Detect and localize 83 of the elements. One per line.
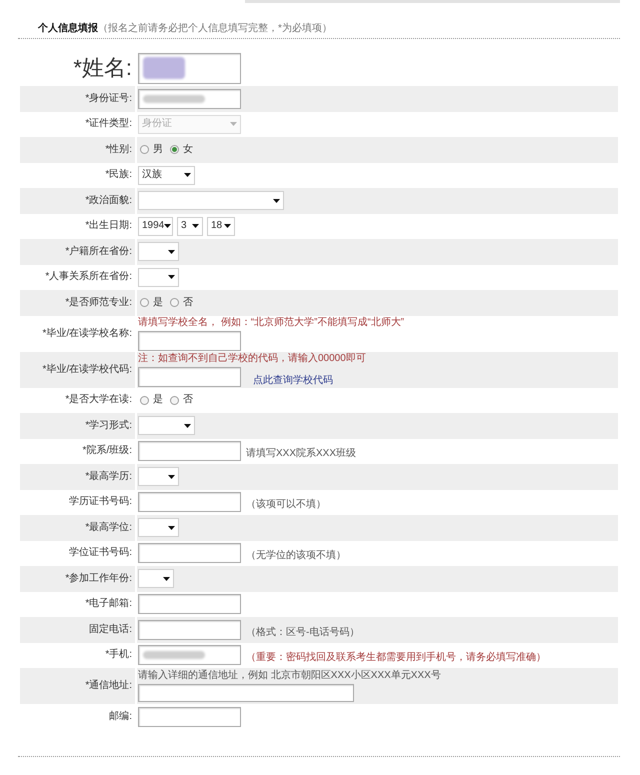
radio-button[interactable]: [170, 145, 179, 154]
text-input[interactable]: [138, 620, 241, 640]
field-label: 学历证书号码:: [69, 496, 132, 508]
section-title: 个人信息填报: [38, 22, 98, 35]
field-label: *院系/班级:: [82, 445, 132, 458]
radio-label: 男: [153, 144, 163, 156]
field-label: *学习形式:: [85, 420, 132, 432]
text-input[interactable]: [138, 706, 241, 727]
text-input[interactable]: [138, 52, 241, 84]
radio-button[interactable]: [140, 396, 149, 405]
field-label: 邮编:: [109, 710, 132, 723]
text-input[interactable]: [138, 492, 241, 512]
radio-label: 女: [183, 144, 193, 156]
hint-text: （无学位的该项不填）: [246, 550, 346, 562]
field-label: 固定电话:: [89, 624, 132, 636]
dropdown[interactable]: [138, 569, 174, 588]
dropdown[interactable]: [138, 191, 284, 210]
dropdown[interactable]: [138, 242, 179, 262]
field-label: *证件类型:: [85, 118, 132, 130]
field-label: *最高学位:: [85, 522, 132, 534]
radio-button[interactable]: [170, 396, 179, 405]
field-label: *是否大学在读:: [65, 394, 132, 406]
dropdown[interactable]: 3: [177, 216, 203, 236]
radio-label: 否: [183, 394, 193, 406]
text-input[interactable]: [138, 366, 241, 386]
caret-icon: [184, 173, 191, 178]
school-code-link[interactable]: 点此查询学校代码: [253, 374, 333, 386]
hint-text: 请填写学校全名， 例如：“北京师范大学”不能填写成“北师大”: [138, 316, 406, 328]
caret-icon: [168, 474, 175, 479]
field-label: *毕业/在读学校名称:: [42, 328, 132, 340]
dropdown[interactable]: [138, 416, 195, 436]
dropdown[interactable]: [138, 268, 179, 287]
field-label: 学位证书号码:: [69, 547, 132, 560]
caret-icon: [184, 424, 191, 428]
field-label: *出生日期:: [85, 220, 132, 232]
text-input[interactable]: [138, 330, 241, 350]
hint-text: （该项可以不填）: [246, 499, 326, 512]
caret-icon: [168, 275, 175, 280]
field-label: *民族:: [105, 169, 132, 182]
caret-icon: [168, 526, 175, 530]
field-label: *手机:: [105, 649, 132, 662]
text-input[interactable]: [138, 441, 241, 462]
section-note: （报名之前请务必把个人信息填写完整，*为必填项）: [98, 22, 332, 35]
caret-icon: [164, 224, 172, 228]
caret-icon: [224, 224, 231, 228]
radio-label: 是: [153, 394, 163, 406]
text-input[interactable]: [138, 543, 241, 564]
hint-text: 请输入详细的通信地址，例如 北京市朝阳区XXX小区XXX单元XXX号: [138, 670, 442, 682]
caret-icon: [192, 224, 199, 228]
radio-button[interactable]: [140, 145, 149, 154]
field-label: *毕业/在读学校代码:: [42, 364, 132, 376]
field-label: *是否师范专业:: [65, 296, 132, 309]
hint-text: （重要：密码找回及联系考生都需要用到手机号，请务必填写准确）: [246, 652, 546, 664]
field-label: *电子邮箱:: [85, 598, 132, 610]
field-label: *通信地址:: [85, 680, 132, 692]
text-input[interactable]: [138, 88, 241, 109]
radio-label: 是: [153, 296, 163, 309]
hint-text: 请填写XXX院系XXX班级: [246, 448, 356, 460]
field-label: *参加工作年份:: [65, 572, 132, 585]
field-label: *政治面貌:: [85, 194, 132, 207]
caret-icon: [273, 198, 280, 203]
hint-text: （格式：区号-电话号码）: [246, 626, 360, 639]
field-label: *身份证号:: [85, 92, 132, 105]
hint-text: 注：如查询不到自己学校的代码，请输入00000即可: [138, 352, 367, 364]
radio-button[interactable]: [140, 298, 149, 308]
field-label: *户籍所在省份:: [65, 246, 132, 258]
dropdown[interactable]: 18: [207, 216, 235, 236]
field-label: *性别:: [105, 144, 132, 156]
dropdown[interactable]: [138, 467, 179, 486]
field-label: *姓名:: [73, 55, 132, 81]
radio-label: 否: [183, 296, 193, 309]
radio-button[interactable]: [170, 298, 179, 308]
text-input[interactable]: [138, 645, 241, 666]
dropdown[interactable]: 1994: [138, 216, 173, 236]
caret-icon: [168, 250, 175, 254]
text-input[interactable]: [138, 594, 241, 614]
caret-icon: [230, 122, 237, 126]
caret-icon: [163, 576, 170, 581]
field-label: *人事关系所在省份:: [45, 271, 132, 284]
dropdown[interactable]: 汉族: [138, 166, 195, 185]
dropdown[interactable]: [138, 518, 179, 538]
field-label: *最高学历:: [85, 470, 132, 483]
text-input[interactable]: [138, 684, 354, 702]
